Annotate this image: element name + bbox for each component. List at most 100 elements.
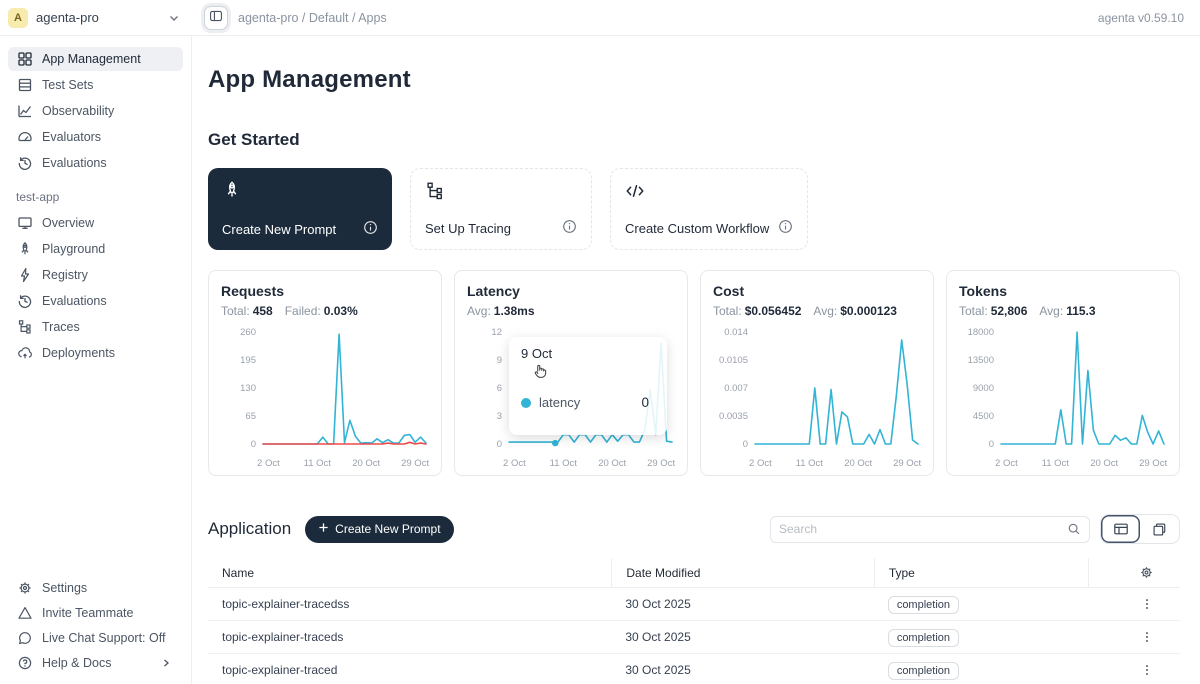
svg-text:2 Oct: 2 Oct (995, 458, 1018, 469)
sidebar-item-evaluations-project[interactable]: Evaluations (8, 289, 183, 313)
sidebar-item-label: Help & Docs (42, 656, 111, 670)
workspace-avatar: A (8, 8, 28, 28)
sidebar-item-app-management[interactable]: App Management (8, 47, 183, 71)
kebab-icon (1140, 630, 1154, 644)
sidebar-item-invite-teammate[interactable]: Invite Teammate (8, 601, 183, 625)
rocket-icon (17, 241, 33, 257)
sidebar-item-label: Invite Teammate (42, 606, 133, 620)
sidebar-item-settings[interactable]: Settings (8, 576, 183, 600)
chart-title: Cost (713, 283, 923, 299)
set-up-tracing-card[interactable]: Set Up Tracing (410, 168, 592, 250)
stat-label: Avg: (813, 304, 837, 318)
row-menu-button[interactable] (1140, 630, 1154, 644)
svg-text:0.0035: 0.0035 (719, 411, 748, 422)
tooltip-legend-row: latency 0 (521, 395, 655, 410)
sidebar-item-registry[interactable]: Registry (8, 263, 183, 287)
svg-text:20 Oct: 20 Oct (844, 458, 872, 469)
info-icon[interactable] (363, 220, 378, 238)
sidebar-item-help-docs[interactable]: Help & Docs (8, 651, 183, 675)
info-icon[interactable] (778, 219, 793, 237)
view-toggle-group (1100, 514, 1180, 544)
tooltip-series-value: 0 (641, 395, 649, 410)
sidebar-item-label: Playground (42, 242, 105, 256)
table-icon (17, 77, 33, 93)
app-date: 30 Oct 2025 (611, 663, 873, 677)
stat-value: 1.38ms (494, 304, 535, 318)
sidebar-item-playground[interactable]: Playground (8, 237, 183, 261)
stat-value: $0.000123 (840, 304, 897, 318)
sidebar-item-observability[interactable]: Observability (8, 99, 183, 123)
requests-chart-card: Requests Total:458 Failed:0.03% 06513019… (208, 270, 442, 476)
chat-icon (17, 630, 33, 646)
table-row[interactable]: topic-explainer-traced 30 Oct 2025 compl… (208, 654, 1180, 684)
svg-text:9000: 9000 (973, 383, 994, 394)
header-type[interactable]: Type (874, 558, 1088, 587)
app-date: 30 Oct 2025 (611, 630, 873, 644)
sidebar-item-label: Observability (42, 104, 114, 118)
sidebar-item-traces[interactable]: Traces (8, 315, 183, 339)
stat-value: 458 (253, 304, 273, 318)
sidebar-item-deployments[interactable]: Deployments (8, 341, 183, 365)
cost-line-chart[interactable]: 00.00350.0070.01050.0142 Oct11 Oct20 Oct… (713, 322, 923, 472)
search-input[interactable] (779, 522, 1067, 536)
sidebar-item-evaluations[interactable]: Evaluations (8, 151, 183, 175)
breadcrumb[interactable]: agenta-pro / Default / Apps (238, 11, 387, 25)
table-row[interactable]: topic-explainer-traceds 30 Oct 2025 comp… (208, 621, 1180, 654)
workspace-switcher[interactable]: A agenta-pro (0, 8, 192, 28)
svg-text:11 Oct: 11 Oct (1042, 458, 1070, 469)
application-title: Application (208, 519, 291, 539)
svg-text:13500: 13500 (968, 355, 994, 366)
stat-label: Total: (713, 304, 742, 318)
svg-text:20 Oct: 20 Oct (598, 458, 626, 469)
app-date: 30 Oct 2025 (611, 597, 873, 611)
sidebar-collapse-button[interactable] (204, 6, 228, 30)
table-view-button[interactable] (1101, 515, 1140, 543)
top-bar: A agenta-pro agenta-pro / Default / Apps… (0, 0, 1200, 36)
gear-icon (17, 580, 33, 596)
sidebar-item-live-chat-support[interactable]: Live Chat Support: Off (8, 626, 183, 650)
sidebar-item-overview[interactable]: Overview (8, 211, 183, 235)
svg-text:0.014: 0.014 (724, 327, 748, 338)
type-badge: completion (888, 662, 959, 680)
lightning-icon (17, 267, 33, 283)
sidebar-item-evaluators[interactable]: Evaluators (8, 125, 183, 149)
stat-label: Total: (959, 304, 988, 318)
stat-label: Total: (221, 304, 250, 318)
svg-text:3: 3 (497, 411, 502, 422)
table-row[interactable]: topic-explainer-tracedss 30 Oct 2025 com… (208, 588, 1180, 621)
triangle-icon (17, 605, 33, 621)
kebab-icon (1140, 663, 1154, 677)
sidebar-toggle-icon (209, 9, 223, 26)
cost-chart-card: Cost Total:$0.056452 Avg:$0.000123 00.00… (700, 270, 934, 476)
create-new-prompt-button[interactable]: Create New Prompt (305, 516, 453, 543)
card-view-icon (1152, 522, 1167, 537)
svg-text:0: 0 (497, 439, 502, 450)
tokens-line-chart[interactable]: 04500900013500180002 Oct11 Oct20 Oct29 O… (959, 322, 1169, 472)
hand-cursor-icon (531, 363, 655, 385)
latency-chart-card: Latency Avg:1.38ms 0369122 Oct11 Oct20 O… (454, 270, 688, 476)
column-settings-button[interactable] (1139, 565, 1154, 580)
sidebar-item-test-sets[interactable]: Test Sets (8, 73, 183, 97)
row-menu-button[interactable] (1140, 597, 1154, 611)
svg-text:0: 0 (989, 439, 994, 450)
tree-structure-icon (425, 181, 445, 201)
application-header: Application Create New Prompt (208, 514, 1180, 544)
header-date-modified[interactable]: Date Modified (611, 558, 873, 587)
header-name[interactable]: Name (208, 566, 611, 580)
history-icon (17, 293, 33, 309)
create-custom-workflow-card[interactable]: Create Custom Workflow (610, 168, 808, 250)
get-started-title: Get Started (208, 130, 1180, 150)
card-view-button[interactable] (1140, 515, 1179, 543)
requests-line-chart[interactable]: 0651301952602 Oct11 Oct20 Oct29 Oct (221, 322, 431, 472)
create-new-prompt-card[interactable]: Create New Prompt (208, 168, 392, 250)
svg-text:11 Oct: 11 Oct (550, 458, 578, 469)
sidebar-item-label: Overview (42, 216, 94, 230)
sidebar-footer: Settings Invite Teammate Live Chat Suppo… (0, 575, 191, 676)
info-icon[interactable] (562, 219, 577, 237)
svg-text:65: 65 (245, 411, 256, 422)
svg-text:0.0105: 0.0105 (719, 355, 748, 366)
svg-text:2 Oct: 2 Oct (257, 458, 280, 469)
search-icon[interactable] (1067, 522, 1081, 536)
row-menu-button[interactable] (1140, 663, 1154, 677)
stat-value: 52,806 (991, 304, 1028, 318)
